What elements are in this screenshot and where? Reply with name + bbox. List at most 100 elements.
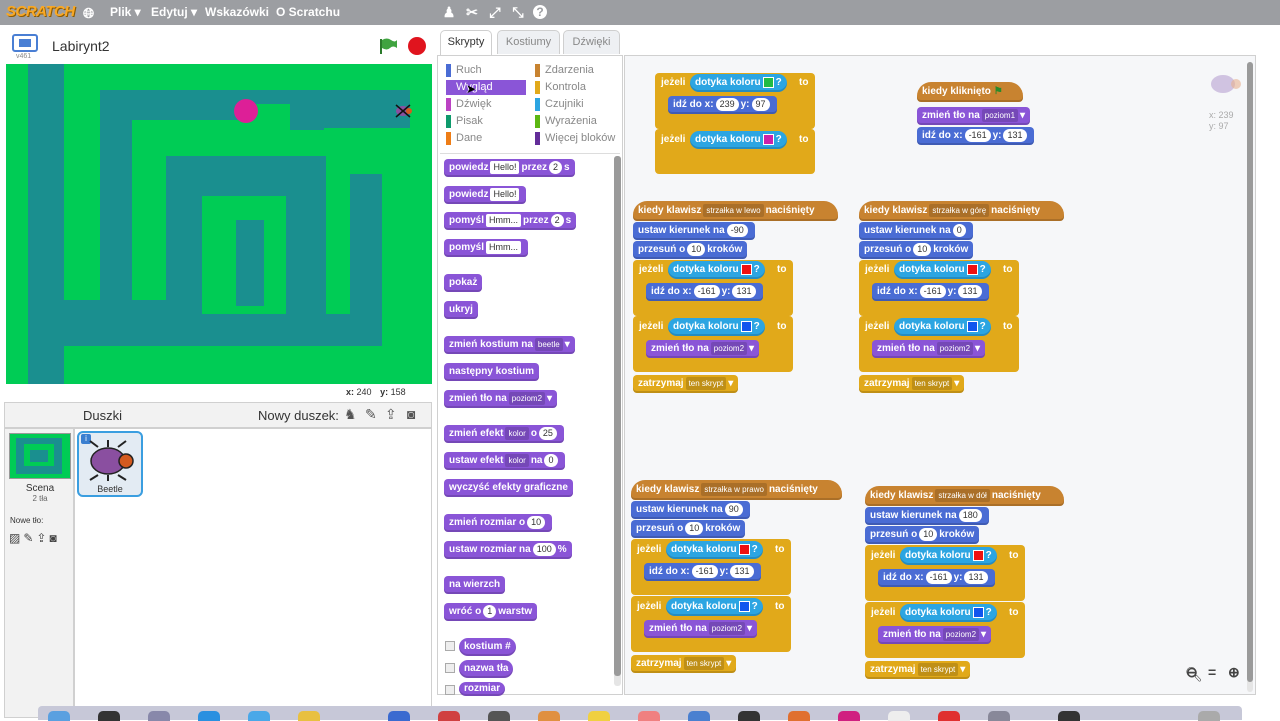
sensing-touching-red[interactable]: dotyka koloru? bbox=[894, 261, 991, 279]
category-events[interactable]: Zdarzenia bbox=[535, 63, 621, 78]
block-point-down[interactable]: ustaw kierunek na 180 bbox=[865, 507, 989, 525]
block-goto-start[interactable]: idź do x: -161 y: 131 bbox=[644, 563, 761, 581]
menu-about[interactable]: O Scratchu bbox=[276, 5, 340, 19]
palette-scrollbar[interactable] bbox=[614, 156, 621, 686]
sensing-touching-red[interactable]: dotyka koloru? bbox=[666, 541, 763, 559]
green-flag-icon[interactable] bbox=[378, 37, 398, 55]
sensing-touching-blue[interactable]: dotyka koloru? bbox=[900, 604, 997, 622]
reporter-backdrop-name[interactable]: nazwa tła bbox=[459, 660, 514, 678]
grow-icon[interactable]: ⤢ bbox=[487, 4, 503, 20]
globe-icon[interactable]: 🌐︎ bbox=[83, 5, 94, 22]
checkbox-costume[interactable] bbox=[445, 641, 455, 651]
duplicate-icon[interactable]: ♟ bbox=[441, 4, 457, 20]
camera-icon[interactable]: ◙ bbox=[407, 406, 415, 422]
block-stop-script[interactable]: zatrzymaj ten skrypt ▾ bbox=[631, 655, 737, 673]
category-motion[interactable]: Ruch bbox=[446, 63, 526, 78]
block-think[interactable]: pomyśl Hmm... bbox=[444, 239, 529, 257]
block-say[interactable]: powiedz Hello! bbox=[444, 186, 527, 204]
block-point-right[interactable]: ustaw kierunek na 90 bbox=[631, 501, 750, 519]
block-show[interactable]: pokaż bbox=[444, 274, 483, 292]
block-move-down[interactable]: przesuń o 10 kroków bbox=[865, 526, 980, 544]
sensing-touching-red[interactable]: dotyka koloru? bbox=[668, 261, 765, 279]
checkbox-backdrop[interactable] bbox=[445, 663, 455, 673]
upload-icon[interactable]: ⇪ bbox=[385, 406, 397, 423]
block-backdrop-level2[interactable]: zmień tło na poziom2 ▾ bbox=[872, 340, 986, 358]
block-switch-backdrop-level1[interactable]: zmień tło na poziom1 ▾ bbox=[917, 107, 1031, 125]
block-move-right[interactable]: przesuń o 10 kroków bbox=[631, 520, 746, 538]
block-think-for[interactable]: pomyśl Hmm... przez 2 s bbox=[444, 212, 577, 230]
sensing-touching-pink[interactable]: dotyka koloru? bbox=[690, 131, 787, 149]
zoom-out-button[interactable]: ⊖ bbox=[1186, 664, 1198, 681]
block-stop-script[interactable]: zatrzymaj ten skrypt ▾ bbox=[859, 375, 965, 393]
block-switch-costume[interactable]: zmień kostium na beetle ▾ bbox=[444, 336, 575, 354]
sensing-touching-blue[interactable]: dotyka koloru? bbox=[894, 318, 991, 336]
shrink-icon[interactable]: ⤡ bbox=[510, 4, 526, 20]
block-stop-script[interactable]: zatrzymaj ten skrypt ▾ bbox=[865, 661, 971, 679]
sensing-touching-blue[interactable]: dotyka koloru? bbox=[668, 318, 765, 336]
block-goto-start-flag[interactable]: idź do x: -161 y: 131 bbox=[917, 127, 1034, 145]
tab-sounds[interactable]: Dźwięki bbox=[563, 30, 620, 54]
sprite-library-icon[interactable]: ♞ bbox=[344, 406, 357, 423]
delete-icon[interactable]: ✂ bbox=[464, 4, 480, 20]
block-goto-start[interactable]: idź do x: -161 y: 131 bbox=[646, 283, 763, 301]
block-set-effect[interactable]: ustaw efekt kolor na 0 bbox=[444, 452, 565, 470]
hat-when-key-left[interactable]: kiedy klawisz strzałka w lewo naciśnięty bbox=[633, 201, 838, 221]
category-sound[interactable]: Dźwięk bbox=[446, 97, 526, 112]
help-icon[interactable]: ? bbox=[533, 5, 547, 19]
block-go-front[interactable]: na wierzch bbox=[444, 576, 506, 594]
block-set-size[interactable]: ustaw rozmiar na 100% bbox=[444, 541, 572, 559]
sprite-tile-beetle[interactable]: i Beetle bbox=[77, 431, 143, 497]
block-goto-start[interactable]: idź do x: -161 y: 131 bbox=[872, 283, 989, 301]
zoom-in-button[interactable]: ⊕ bbox=[1228, 664, 1240, 681]
category-more-blocks[interactable]: Więcej bloków bbox=[535, 131, 621, 146]
sensing-touching-green[interactable]: dotyka koloru? bbox=[690, 74, 787, 92]
background-tools-icon[interactable]: ▨✎⇪◙ bbox=[9, 531, 60, 545]
stop-icon[interactable] bbox=[408, 37, 426, 55]
block-switch-backdrop[interactable]: zmień tło na poziom2 ▾ bbox=[444, 390, 558, 408]
block-move-left[interactable]: przesuń o 10 kroków bbox=[633, 241, 748, 259]
beetle-sprite[interactable] bbox=[392, 102, 414, 120]
tab-costumes[interactable]: Kostiumy bbox=[497, 30, 560, 54]
block-backdrop-level2[interactable]: zmień tło na poziom2 ▾ bbox=[646, 340, 760, 358]
block-backdrop-level2[interactable]: zmień tło na poziom2 ▾ bbox=[644, 620, 758, 638]
block-point-up[interactable]: ustaw kierunek na 0 bbox=[859, 222, 973, 240]
scripts-scrollbar[interactable] bbox=[1247, 62, 1253, 692]
stage-canvas[interactable] bbox=[6, 64, 432, 384]
menu-tips[interactable]: Wskazówki bbox=[205, 5, 269, 19]
paint-icon[interactable]: ✎ bbox=[365, 406, 377, 423]
block-say-for[interactable]: powiedz Hello! przez 2 s bbox=[444, 159, 575, 177]
category-looks[interactable]: Wygląd bbox=[446, 80, 526, 95]
hat-when-key-up[interactable]: kiedy klawisz strzałka w górę naciśnięty bbox=[859, 201, 1064, 221]
tab-scripts[interactable]: Skrypty bbox=[440, 30, 492, 55]
project-title[interactable]: Labirynt2 bbox=[52, 38, 110, 54]
block-change-size[interactable]: zmień rozmiar o 10 bbox=[444, 514, 553, 532]
menu-file[interactable]: Plik ▾ bbox=[110, 5, 141, 19]
block-move-up[interactable]: przesuń o 10 kroków bbox=[859, 241, 974, 259]
scene-thumbnail[interactable] bbox=[9, 433, 71, 479]
block-point-left[interactable]: ustaw kierunek na -90 bbox=[633, 222, 755, 240]
fullscreen-icon[interactable] bbox=[12, 34, 38, 52]
category-control[interactable]: Kontrola bbox=[535, 80, 621, 95]
reporter-costume[interactable]: kostium # bbox=[459, 638, 516, 656]
block-next-costume[interactable]: następny kostium bbox=[444, 363, 540, 381]
hat-when-flag-clicked[interactable]: kiedy kliknięto ⚑ bbox=[917, 82, 1023, 102]
sensing-touching-blue[interactable]: dotyka koloru? bbox=[666, 598, 763, 616]
block-change-effect[interactable]: zmień efekt kolor o 25 bbox=[444, 425, 564, 443]
block-clear-effects[interactable]: wyczyść efekty graficzne bbox=[444, 479, 573, 497]
category-data[interactable]: Dane bbox=[446, 131, 526, 146]
reporter-size[interactable]: rozmiar bbox=[459, 682, 506, 696]
hat-when-key-down[interactable]: kiedy klawisz strzałka w dół naciśnięty bbox=[865, 486, 1064, 506]
sensing-touching-red[interactable]: dotyka koloru? bbox=[900, 547, 997, 565]
scratch-logo[interactable]: SCRATCH bbox=[6, 3, 75, 20]
block-hide[interactable]: ukryj bbox=[444, 301, 478, 319]
block-go-back[interactable]: wróć o 1 warstw bbox=[444, 603, 538, 621]
category-sensing[interactable]: Czujniki bbox=[535, 97, 621, 112]
menu-edit[interactable]: Edytuj ▾ bbox=[151, 5, 197, 19]
block-stop-script[interactable]: zatrzymaj ten skrypt ▾ bbox=[633, 375, 739, 393]
hat-when-key-right[interactable]: kiedy klawisz strzałka w prawo naciśnięty bbox=[631, 480, 842, 500]
block-goto-start[interactable]: idź do x: -161 y: 131 bbox=[878, 569, 995, 587]
category-pen[interactable]: Pisak bbox=[446, 114, 526, 129]
block-goto-goal[interactable]: idź do x: 239 y: 97 bbox=[668, 96, 777, 114]
category-operators[interactable]: Wyrażenia bbox=[535, 114, 621, 129]
block-backdrop-level2[interactable]: zmień tło na poziom2 ▾ bbox=[878, 626, 992, 644]
